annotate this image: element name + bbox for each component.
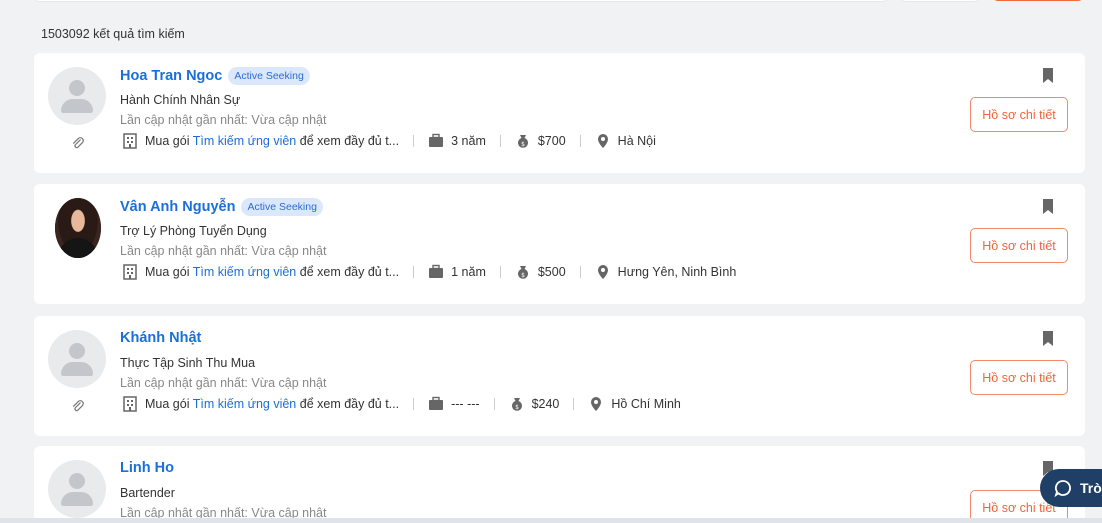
svg-text:$: $ [521, 272, 525, 279]
divider [413, 266, 415, 278]
updated-text: Lần cập nhật gần nhất: Vừa cập nhật [120, 113, 327, 127]
divider [573, 398, 575, 410]
candidate-name[interactable]: Vân Anh Nguyễn [120, 199, 235, 215]
candidate-card[interactable]: Linh Ho Bartender Lần cập nhật gần nhất:… [34, 446, 1085, 523]
search-input[interactable] [34, 0, 888, 2]
chat-bubble-icon [1054, 480, 1071, 497]
updated-text: Lần cập nhật gần nhất: Vừa cập nhật [120, 244, 327, 258]
location-pin-icon [597, 265, 608, 279]
briefcase-icon [429, 133, 444, 147]
building-icon [123, 264, 137, 280]
candidate-meta: Mua gói Tìm kiếm ứng viên để xem đầy đủ … [122, 133, 656, 149]
buy-suffix: để xem đầy đủ t... [296, 134, 400, 148]
profile-detail-button[interactable]: Hồ sơ chi tiết [970, 228, 1068, 263]
status-badge: Active Seeking [228, 67, 310, 85]
candidate-meta: Mua gói Tìm kiếm ứng viên để xem đầy đủ … [122, 396, 681, 412]
bookmark-icon[interactable] [1042, 331, 1054, 346]
chat-button[interactable]: Trò [1040, 469, 1102, 507]
divider [493, 398, 495, 410]
experience: --- --- [451, 397, 480, 411]
candidate-meta: Mua gói Tìm kiếm ứng viên để xem đầy đủ … [122, 264, 736, 280]
paperclip-icon[interactable] [71, 399, 85, 413]
candidate-name[interactable]: Linh Ho [120, 460, 174, 476]
salary: $700 [537, 134, 566, 148]
avatar[interactable] [48, 330, 106, 388]
experience: 3 năm [451, 134, 486, 148]
buy-prefix: Mua gói [145, 397, 193, 411]
profile-detail-button[interactable]: Hồ sơ chi tiết [970, 97, 1068, 132]
candidate-card[interactable]: Vân Anh Nguyễn Active Seeking Trợ Lý Phò… [34, 184, 1085, 304]
location: Hà Nội [617, 134, 656, 148]
money-bag-icon: $ [517, 135, 528, 148]
candidate-title: Trợ Lý Phòng Tuyển Dụng [120, 224, 267, 238]
money-bag-icon: $ [511, 398, 522, 411]
svg-text:$: $ [521, 141, 525, 148]
top-search-bar [0, 0, 1102, 16]
horizontal-scrollbar[interactable] [0, 518, 1102, 523]
experience: 1 năm [451, 265, 486, 279]
location: Hưng Yên, Ninh Bình [617, 265, 737, 279]
candidate-name[interactable]: Khánh Nhật [120, 330, 201, 346]
result-count: 1503092 kết quả tìm kiếm [41, 27, 185, 41]
divider [499, 266, 501, 278]
buy-prefix: Mua gói [145, 265, 193, 279]
candidate-title: Bartender [120, 486, 175, 500]
avatar[interactable] [48, 67, 106, 125]
location: Hồ Chí Minh [611, 397, 681, 411]
divider [579, 266, 581, 278]
buy-suffix: để xem đầy đủ t... [296, 265, 400, 279]
candidate-card[interactable]: Hoa Tran Ngoc Active Seeking Hành Chính … [34, 53, 1085, 173]
search-package-link[interactable]: Tìm kiếm ứng viên [193, 397, 297, 411]
paperclip-icon[interactable] [71, 136, 85, 150]
building-icon [123, 396, 137, 412]
chat-label: Trò [1080, 480, 1102, 496]
svg-text:$: $ [515, 404, 519, 411]
status-badge: Active Seeking [241, 198, 323, 216]
divider [413, 398, 415, 410]
salary: $500 [537, 265, 566, 279]
search-button[interactable] [992, 0, 1084, 1]
bookmark-icon[interactable] [1042, 199, 1054, 214]
search-package-link[interactable]: Tìm kiếm ứng viên [193, 265, 297, 279]
money-bag-icon: $ [517, 266, 528, 279]
updated-text: Lần cập nhật gần nhất: Vừa cập nhật [120, 376, 327, 390]
avatar[interactable] [48, 460, 106, 518]
bookmark-icon[interactable] [1042, 68, 1054, 83]
location-pin-icon [591, 397, 602, 411]
location-pin-icon [597, 134, 608, 148]
profile-detail-button[interactable]: Hồ sơ chi tiết [970, 360, 1068, 395]
candidate-card[interactable]: Khánh Nhật Thực Tập Sinh Thu Mua Lần cập… [34, 316, 1085, 436]
buy-prefix: Mua gói [145, 134, 193, 148]
filter-select[interactable] [900, 0, 980, 2]
building-icon [123, 133, 137, 149]
candidate-name[interactable]: Hoa Tran Ngoc [120, 68, 222, 84]
candidate-title: Thực Tập Sinh Thu Mua [120, 356, 256, 370]
salary: $240 [531, 397, 560, 411]
divider [413, 135, 415, 147]
briefcase-icon [429, 396, 444, 410]
candidate-title: Hành Chính Nhân Sự [120, 93, 241, 107]
briefcase-icon [429, 264, 444, 278]
divider [579, 135, 581, 147]
buy-suffix: để xem đầy đủ t... [296, 397, 400, 411]
avatar[interactable] [55, 198, 101, 258]
search-package-link[interactable]: Tìm kiếm ứng viên [193, 134, 297, 148]
divider [499, 135, 501, 147]
